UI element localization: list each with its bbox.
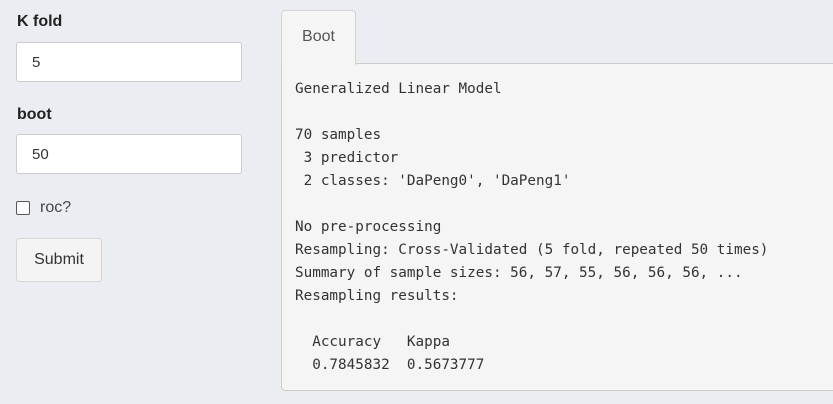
boot-label: boot (17, 106, 52, 123)
sidebar-panel: K fold boot roc? Submit (0, 0, 260, 404)
kfold-label: K fold (17, 13, 63, 30)
submit-button[interactable]: Submit (16, 238, 102, 282)
roc-checkbox-label: roc? (40, 199, 72, 216)
boot-input[interactable] (16, 134, 242, 174)
tab-boot[interactable]: Boot (281, 10, 356, 65)
output-panel: Generalized Linear Model 70 samples 3 pr… (281, 63, 833, 391)
model-summary-output: Generalized Linear Model 70 samples 3 pr… (295, 81, 769, 373)
roc-checkbox-row[interactable]: roc? (16, 198, 71, 218)
kfold-input[interactable] (16, 42, 242, 82)
roc-checkbox[interactable] (16, 201, 30, 215)
